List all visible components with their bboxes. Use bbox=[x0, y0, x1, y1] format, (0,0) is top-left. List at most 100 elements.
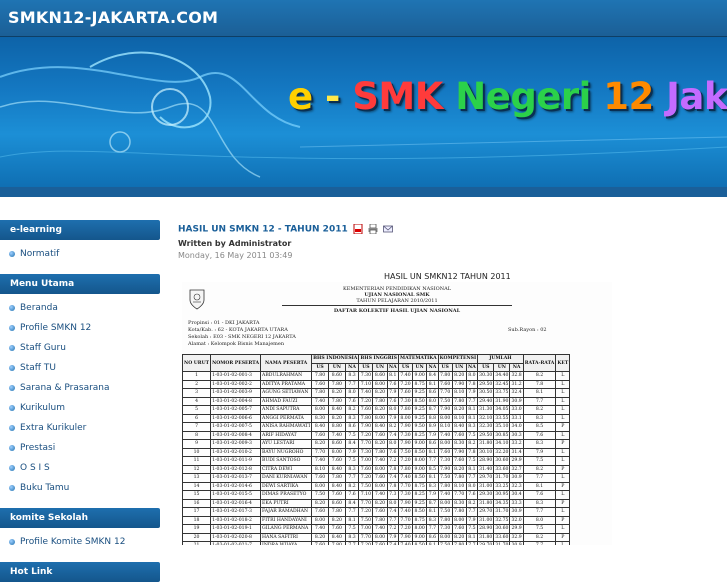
table-cell: 8.7 bbox=[426, 405, 439, 415]
sidebar-item-extra[interactable]: Extra Kurikuler bbox=[0, 418, 160, 438]
table-cell: 7.4 bbox=[386, 473, 400, 483]
table-cell: 7.6 bbox=[344, 490, 360, 500]
table-cell: 7.00 bbox=[358, 524, 374, 534]
table-cell: 8.20 bbox=[311, 498, 329, 508]
table-cell: 7.5 bbox=[465, 524, 479, 534]
sidebar-item-buku-tamu[interactable]: Buku Tamu bbox=[0, 478, 160, 498]
table-cell: 8.1 bbox=[465, 532, 479, 542]
table-cell: 8.10 bbox=[311, 464, 329, 474]
table-cell: L bbox=[555, 405, 571, 415]
sub-col: US bbox=[311, 362, 329, 372]
table-cell: L bbox=[555, 447, 571, 457]
sidebar-item-staff-tu[interactable]: Staff TU bbox=[0, 358, 160, 378]
meta-line: Alamat : Kelompok Bisnis Manajemen bbox=[188, 341, 285, 347]
table-cell: 29.50 bbox=[477, 379, 495, 389]
table-cell: 8.0 bbox=[386, 439, 400, 449]
table-cell: 7.5 bbox=[465, 430, 479, 440]
table-cell: 8.10 bbox=[437, 422, 453, 432]
table-cell: 28.90 bbox=[477, 456, 495, 466]
table-cell: 7.70 bbox=[437, 388, 453, 398]
table-cell: 8.40 bbox=[372, 422, 388, 432]
article-title-link[interactable]: HASIL UN SMKN 12 - TAHUN 2011 bbox=[178, 225, 348, 235]
table-cell: 8.5 bbox=[522, 422, 557, 432]
table-cell: 32.9 bbox=[509, 532, 524, 542]
table-cell: L bbox=[555, 524, 571, 534]
table-cell: 3 bbox=[181, 388, 212, 398]
table-cell: 8.2 bbox=[522, 405, 557, 415]
table-row: 11 1-03-01-02-011-9 BUDI SANTOSO 7.40 7.60 7.… bbox=[181, 456, 571, 466]
sidebar-item-osis[interactable]: O S I S bbox=[0, 458, 160, 478]
sidebar-item-normatif[interactable]: Normatif bbox=[0, 244, 160, 264]
table-cell: 18 bbox=[181, 515, 212, 525]
table-cell: AYU LESTARI bbox=[260, 439, 313, 449]
table-cell: 34.40 bbox=[493, 371, 511, 381]
sidebar-item-staff-guru[interactable]: Staff Guru bbox=[0, 338, 160, 358]
table-cell: 7.60 bbox=[372, 430, 388, 440]
table-cell: 7.40 bbox=[311, 456, 329, 466]
table-row: 8 1-03-01-02-008-4 ARIF HIDAYAT 7.60 7.40 7.5… bbox=[181, 430, 571, 440]
table-cell: DANI KURNIAWAN bbox=[260, 473, 313, 483]
table-cell: 7.60 bbox=[311, 379, 329, 389]
table-cell: 8.6 bbox=[344, 422, 360, 432]
table-cell: 20 bbox=[181, 532, 212, 542]
table-cell: 7.80 bbox=[397, 464, 414, 474]
table-cell: 8.3 bbox=[344, 532, 360, 542]
table-cell: 7.7 bbox=[465, 396, 479, 406]
table-cell: L bbox=[555, 430, 571, 440]
table-cell: 8.20 bbox=[372, 405, 388, 415]
table-cell: 31.30 bbox=[477, 405, 495, 415]
table-cell: 8.50 bbox=[412, 447, 428, 457]
table-cell: 7.80 bbox=[397, 405, 414, 415]
table-cell: L bbox=[555, 473, 571, 483]
table-cell: 7.40 bbox=[327, 430, 346, 440]
table-cell: 7.30 bbox=[437, 456, 453, 466]
table-cell: 8.6 bbox=[426, 439, 439, 449]
table-cell: 7.60 bbox=[327, 490, 346, 500]
email-icon[interactable] bbox=[383, 224, 394, 234]
table-cell: 8.00 bbox=[412, 456, 428, 466]
table-cell: 34.35 bbox=[493, 498, 511, 508]
table-cell: 8.40 bbox=[327, 481, 346, 491]
table-cell: 28.90 bbox=[477, 524, 495, 534]
meta-line: Sekolah : E03 - SMK NEGERI 12 JAKARTA bbox=[188, 334, 296, 340]
table-cell: 8.20 bbox=[451, 371, 467, 381]
table-cell: 32.4 bbox=[509, 388, 524, 398]
table-cell: 8.1 bbox=[426, 473, 439, 483]
table-cell: 7.40 bbox=[372, 524, 388, 534]
table-cell: P bbox=[555, 532, 571, 542]
table-cell: 8.00 bbox=[311, 515, 329, 525]
table-cell: 7.60 bbox=[372, 507, 388, 517]
table-cell: 7.5 bbox=[344, 456, 360, 466]
table-cell: 10 bbox=[181, 447, 212, 457]
sidebar-item-prestasi[interactable]: Prestasi bbox=[0, 438, 160, 458]
table-cell: 8.0 bbox=[465, 481, 479, 491]
table-cell: 8.2 bbox=[344, 405, 360, 415]
table-cell: 29.70 bbox=[477, 541, 495, 545]
table-cell: 33.25 bbox=[493, 481, 511, 491]
table-cell: 30.10 bbox=[477, 447, 495, 457]
banner-title: e - SMK Negeri 12 Jakarta bbox=[288, 75, 727, 118]
pdf-icon[interactable] bbox=[353, 224, 363, 234]
sidebar-item-sarana[interactable]: Sarana & Prasarana bbox=[0, 378, 160, 398]
table-cell: 7.60 bbox=[311, 473, 329, 483]
sidebar-item-profile-komite[interactable]: Profile Komite SMKN 12 bbox=[0, 532, 160, 552]
table-cell: 7.60 bbox=[372, 473, 388, 483]
table-cell: 8.30 bbox=[451, 498, 467, 508]
table-cell: 8.1 bbox=[465, 464, 479, 474]
sidebar-item-beranda[interactable]: Beranda bbox=[0, 298, 160, 318]
table-cell: 32.8 bbox=[509, 371, 524, 381]
sidebar-item-kurikulum[interactable]: Kurikulum bbox=[0, 398, 160, 418]
table-cell: 8.20 bbox=[372, 439, 388, 449]
table-cell: 7.80 bbox=[451, 473, 467, 483]
module-title-menu-utama: Menu Utama bbox=[0, 274, 160, 294]
table-cell: 8.0 bbox=[386, 405, 400, 415]
table-row: 19 1-03-01-02-019-1 GILANG PERMANA 7.40 7.60… bbox=[181, 524, 571, 534]
table-row: 1 1-03-01-02-001-3 ABDULRAHMAN 7.80 8.60 8.3 7… bbox=[181, 371, 571, 381]
site-title[interactable]: SMKN12-JAKARTA.COM bbox=[8, 8, 218, 27]
print-icon[interactable] bbox=[368, 224, 378, 234]
table-cell: 7.70 bbox=[451, 490, 467, 500]
sidebar-item-profile[interactable]: Profile SMKN 12 bbox=[0, 318, 160, 338]
table-cell: 1-03-01-02-009-3 bbox=[210, 439, 262, 449]
table-cell: 7.50 bbox=[437, 541, 453, 545]
bullet-icon bbox=[9, 345, 15, 351]
